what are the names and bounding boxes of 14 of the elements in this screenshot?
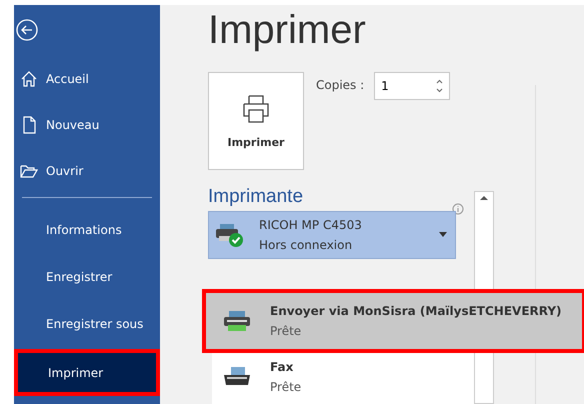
sidebar-item[interactable]: Informations xyxy=(14,206,160,253)
section-heading: Imprimante xyxy=(208,186,304,208)
sidebar-item[interactable]: Enregistrer sous xyxy=(14,300,160,347)
sidebar-item[interactable]: Enregistrer xyxy=(14,253,160,300)
page-title: Imprimer xyxy=(208,8,367,53)
printer-dropdown[interactable]: RICOH MP C4503 Hors connexion xyxy=(208,211,456,259)
print-button[interactable]: Imprimer xyxy=(208,72,304,170)
copies-field[interactable]: 1 xyxy=(374,72,450,100)
sidebar-item[interactable]: Imprimer xyxy=(14,349,160,396)
copies-label: Copies : xyxy=(316,78,364,92)
sidebar-item[interactable]: Ouvrir xyxy=(14,159,160,183)
sidebar-item[interactable]: Nouveau xyxy=(14,113,160,137)
sidebar-item[interactable]: Accueil xyxy=(14,67,160,91)
printer-option[interactable]: Envoyer via MonSisra (MaïlysETCHEVERRY) Prête xyxy=(206,293,582,349)
